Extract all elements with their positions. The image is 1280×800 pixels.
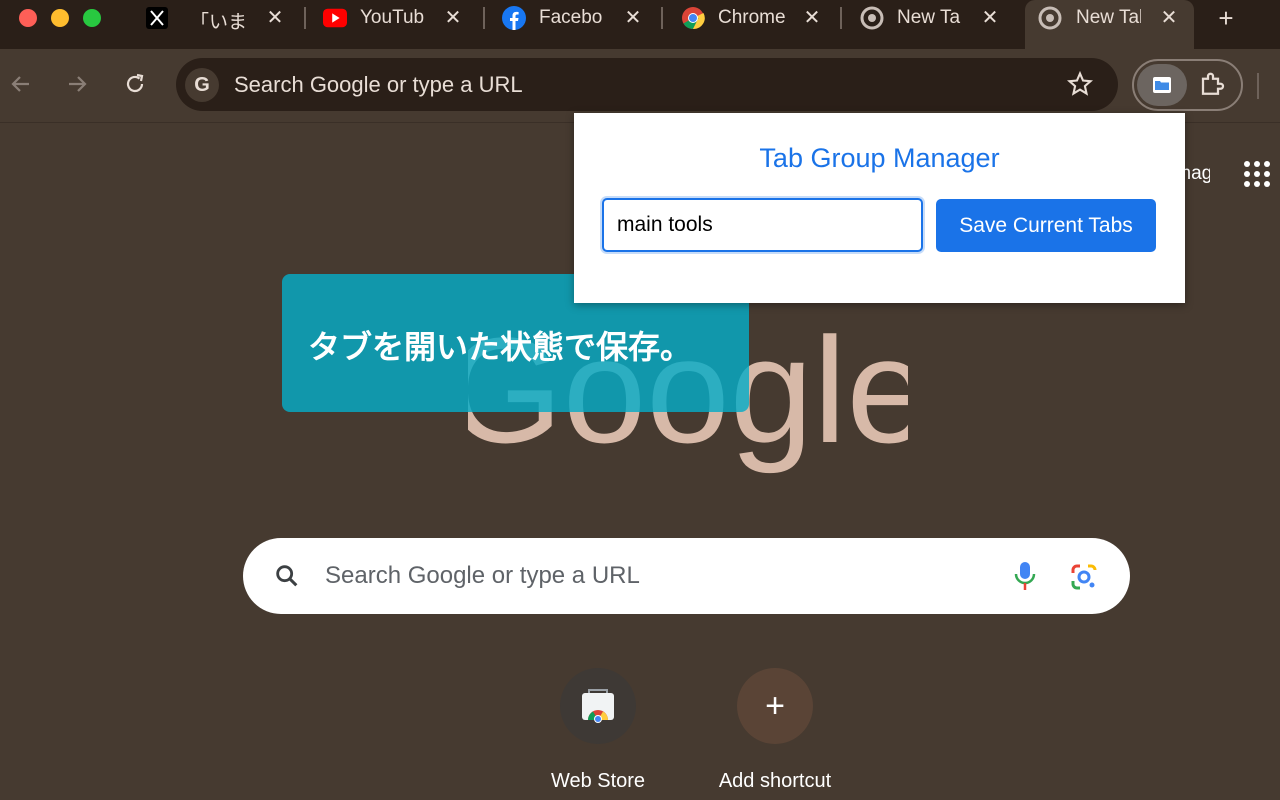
shortcut-label: Web Store — [550, 770, 646, 792]
x-logo-icon — [145, 6, 169, 30]
tab-chrome[interactable]: Chrome ✕ — [681, 0, 831, 36]
tab-close-icon[interactable]: ✕ — [442, 6, 464, 30]
tab-divider — [840, 7, 842, 29]
tab-strip: 「いま」 ✕ YouTube ✕ Facebook ✕ Chrome ✕ — [0, 0, 1280, 49]
tab-new-tab-active[interactable]: New Tab ✕ — [1025, 0, 1194, 49]
tab-close-icon[interactable]: ✕ — [622, 6, 644, 30]
tab-title: YouTube — [360, 7, 424, 28]
bookmark-star-icon[interactable] — [1066, 70, 1094, 98]
tab-close-icon[interactable]: ✕ — [264, 6, 286, 30]
voice-search-mic-icon[interactable] — [1013, 560, 1037, 592]
web-store-icon — [560, 668, 636, 744]
extensions-group — [1132, 59, 1243, 111]
window-maximize-button[interactable] — [83, 9, 101, 27]
tab-close-icon[interactable]: ✕ — [1158, 6, 1180, 30]
tab-title: Facebook — [539, 7, 603, 28]
tab-x[interactable]: 「いま」 ✕ — [145, 0, 295, 36]
reload-icon — [126, 73, 144, 93]
shortcut-label: Add shortcut — [718, 770, 832, 792]
back-button[interactable] — [6, 69, 36, 99]
google-g-icon: G — [185, 68, 219, 102]
tab-new-tab[interactable]: New Tab ✕ — [860, 0, 1010, 36]
plus-icon: + — [737, 668, 813, 744]
toolbar: G Search Google or type a URL — [0, 49, 1280, 123]
window-minimize-button[interactable] — [51, 9, 69, 27]
chrome-newtab-icon — [1038, 6, 1062, 30]
youtube-icon — [323, 6, 347, 30]
popup-title: Tab Group Manager — [759, 143, 1000, 173]
tab-group-manager-extension-button[interactable] — [1137, 64, 1187, 106]
forward-arrow-icon — [69, 76, 87, 92]
tab-title: Chrome — [718, 7, 786, 28]
new-tab-button[interactable]: + — [1212, 4, 1240, 32]
search-placeholder: Search Google or type a URL — [325, 562, 640, 589]
group-name-input[interactable] — [602, 198, 923, 252]
google-apps-icon[interactable] — [1244, 161, 1270, 187]
tab-title: 「いま」 — [190, 12, 245, 33]
tab-divider — [483, 7, 485, 29]
tab-title: New Tab — [897, 7, 961, 28]
tab-divider — [661, 7, 663, 29]
caption-text: タブを開いた状態で保存。 — [308, 329, 693, 365]
address-bar-placeholder: Search Google or type a URL — [234, 72, 523, 97]
tab-title: New Tab — [1076, 7, 1141, 28]
facebook-icon — [502, 6, 526, 30]
search-box[interactable]: Search Google or type a URL — [243, 538, 1130, 614]
save-current-tabs-button[interactable]: Save Current Tabs — [936, 199, 1156, 252]
back-arrow-icon — [11, 76, 29, 92]
tab-divider — [304, 7, 306, 29]
tab-close-icon[interactable]: ✕ — [801, 6, 823, 30]
reload-button[interactable] — [120, 69, 150, 99]
forward-button[interactable] — [62, 69, 92, 99]
chrome-newtab-icon — [860, 6, 884, 30]
chrome-icon — [681, 6, 705, 30]
extensions-puzzle-icon[interactable] — [1198, 70, 1228, 100]
shortcut-web-store[interactable]: Web Store — [523, 668, 673, 800]
tab-youtube[interactable]: YouTube ✕ — [323, 0, 473, 36]
tab-close-icon[interactable]: ✕ — [979, 6, 1001, 30]
folder-icon — [1153, 77, 1171, 93]
toolbar-divider — [1257, 73, 1259, 99]
tab-facebook[interactable]: Facebook ✕ — [502, 0, 652, 36]
search-icon — [273, 562, 301, 590]
google-lens-icon[interactable] — [1069, 562, 1099, 592]
window-close-button[interactable] — [19, 9, 37, 27]
tab-group-manager-popup: Tab Group Manager Save Current Tabs — [574, 113, 1185, 303]
address-bar[interactable]: G Search Google or type a URL — [176, 58, 1118, 111]
shortcut-add[interactable]: + Add shortcut — [700, 668, 850, 800]
